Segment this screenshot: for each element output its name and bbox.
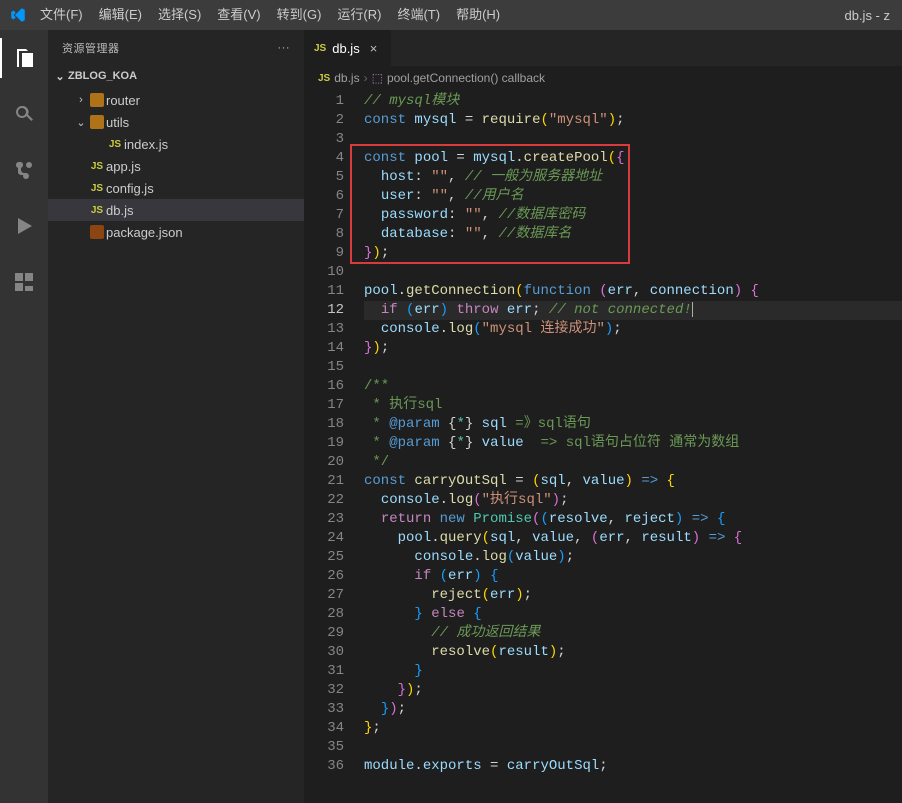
file-package.json[interactable]: ·package.json	[48, 221, 304, 243]
run-debug-icon[interactable]	[0, 206, 48, 246]
sidebar: 资源管理器 ··· ⌄ ZBLOG_KOA ›router⌄utils·JSin…	[48, 30, 304, 803]
window-title: db.js - z	[836, 8, 898, 23]
menu-item[interactable]: 帮助(H)	[448, 7, 508, 22]
breadcrumb[interactable]: JS db.js › ⬚ pool.getConnection() callba…	[304, 66, 902, 90]
tree-item-label: db.js	[106, 203, 133, 218]
file-tree: ›router⌄utils·JSindex.js·JSapp.js·JSconf…	[48, 87, 304, 243]
tab-db-js[interactable]: JS db.js ×	[304, 30, 392, 66]
breadcrumb-symbol: pool.getConnection() callback	[387, 71, 545, 85]
vscode-logo-icon	[4, 6, 32, 24]
editor-tabs: JS db.js ×	[304, 30, 902, 66]
js-file-icon: JS	[88, 161, 106, 172]
sidebar-section-header[interactable]: ⌄ ZBLOG_KOA	[48, 65, 304, 87]
tab-label: db.js	[332, 41, 359, 56]
menu-bar: 文件(F)编辑(E)选择(S)查看(V)转到(G)运行(R)终端(T)帮助(H)…	[0, 0, 902, 30]
menu-item[interactable]: 查看(V)	[209, 7, 268, 22]
tree-item-label: config.js	[106, 181, 154, 196]
project-name: ZBLOG_KOA	[68, 70, 137, 82]
explorer-icon[interactable]	[0, 38, 48, 78]
tree-item-label: index.js	[124, 137, 168, 152]
folder-icon	[88, 115, 106, 129]
chevron-down-icon: ⌄	[52, 70, 68, 83]
close-icon[interactable]: ×	[366, 41, 382, 56]
search-icon[interactable]	[0, 94, 48, 134]
symbol-icon: ⬚	[372, 71, 383, 85]
breadcrumb-file: db.js	[334, 71, 359, 85]
sidebar-title: 资源管理器	[62, 40, 120, 56]
tree-item-label: app.js	[106, 159, 141, 174]
menu-item[interactable]: 终端(T)	[389, 7, 448, 22]
js-file-icon: JS	[314, 43, 326, 54]
js-file-icon: JS	[106, 139, 124, 150]
tree-item-label: router	[106, 93, 140, 108]
tree-item-label: utils	[106, 115, 129, 130]
menu-item[interactable]: 文件(F)	[32, 7, 91, 22]
js-file-icon: JS	[88, 183, 106, 194]
file-app.js[interactable]: ·JSapp.js	[48, 155, 304, 177]
menu-item[interactable]: 运行(R)	[329, 7, 389, 22]
file-db.js[interactable]: ·JSdb.js	[48, 199, 304, 221]
menu-item[interactable]: 选择(S)	[150, 7, 209, 22]
source-control-icon[interactable]	[0, 150, 48, 190]
folder-utils[interactable]: ⌄utils	[48, 111, 304, 133]
menu-item[interactable]: 转到(G)	[269, 7, 330, 22]
sidebar-more-icon[interactable]: ···	[278, 42, 291, 54]
js-file-icon: JS	[318, 73, 330, 84]
file-index.js[interactable]: ·JSindex.js	[48, 133, 304, 155]
breadcrumb-separator-icon: ›	[364, 71, 368, 85]
file-config.js[interactable]: ·JSconfig.js	[48, 177, 304, 199]
folder-router[interactable]: ›router	[48, 89, 304, 111]
js-file-icon: JS	[88, 205, 106, 216]
menu-item[interactable]: 编辑(E)	[91, 7, 150, 22]
line-numbers: 1234567891011121314151617181920212223242…	[304, 90, 356, 803]
activity-bar	[0, 30, 48, 803]
code-area[interactable]: // mysql模块const mysql = require("mysql")…	[356, 90, 902, 803]
tree-item-label: package.json	[106, 225, 183, 240]
extensions-icon[interactable]	[0, 262, 48, 302]
editor: JS db.js × JS db.js › ⬚ pool.getConnecti…	[304, 30, 902, 803]
folder-icon	[88, 93, 106, 107]
code-editor[interactable]: 1234567891011121314151617181920212223242…	[304, 90, 902, 803]
package-icon	[88, 225, 106, 239]
